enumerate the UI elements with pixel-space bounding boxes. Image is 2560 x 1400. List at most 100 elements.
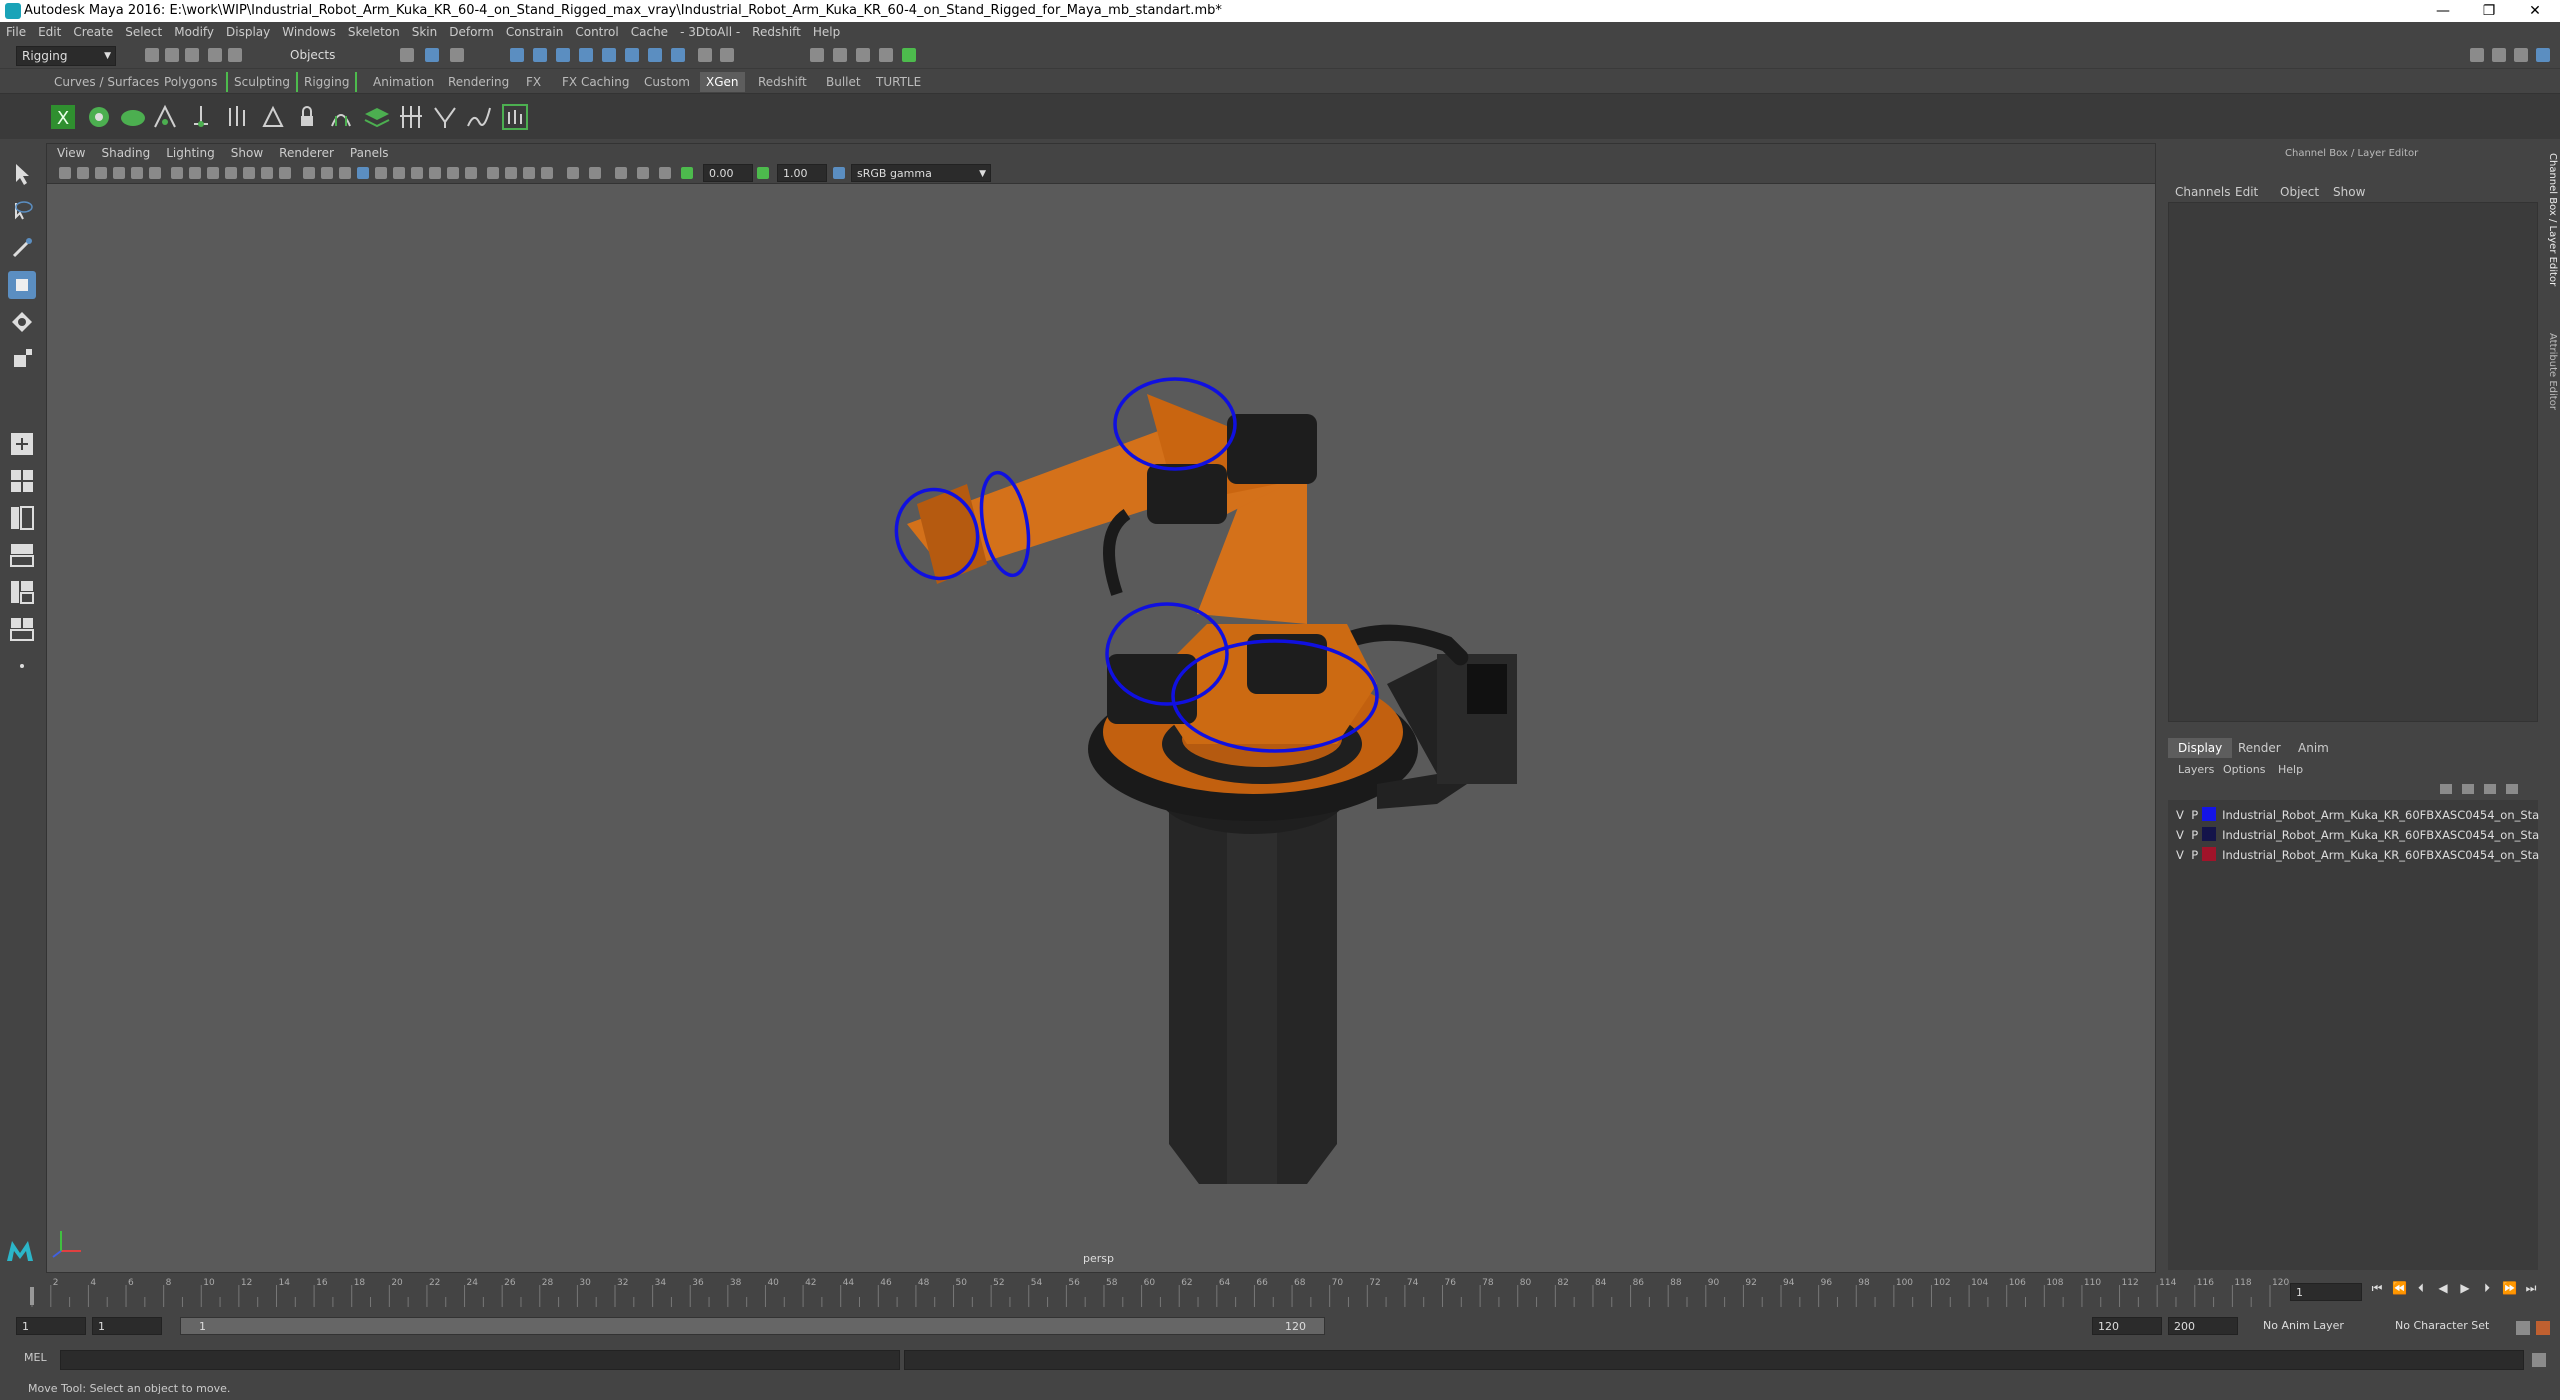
tab-bullet[interactable]: Bullet — [820, 72, 867, 92]
playback-toggle[interactable]: P — [2191, 828, 2198, 842]
redo-icon[interactable] — [228, 48, 242, 62]
textured-icon[interactable] — [357, 167, 369, 179]
vp-menu-lighting[interactable]: Lighting — [166, 146, 215, 160]
auto-key-icon[interactable] — [2516, 1321, 2530, 1335]
motion-blur-icon[interactable] — [429, 167, 441, 179]
go-to-start-icon[interactable]: ⏮ — [2370, 1281, 2384, 1295]
tab-display[interactable]: Display — [2168, 738, 2233, 758]
cut-icon[interactable] — [430, 102, 460, 132]
move-layer-down-icon[interactable] — [2462, 784, 2474, 794]
open-scene-icon[interactable] — [165, 48, 179, 62]
tab-sculpting[interactable]: Sculpting — [226, 72, 299, 92]
undo-icon[interactable] — [208, 48, 222, 62]
render-settings-icon[interactable] — [856, 48, 870, 62]
paint-select-icon[interactable] — [8, 234, 36, 262]
object-menu[interactable]: Object — [2280, 185, 2319, 199]
persp-outliner-icon[interactable] — [8, 504, 36, 532]
xgen-groom-icon[interactable] — [118, 102, 148, 132]
vp-menu-panels[interactable]: Panels — [350, 146, 389, 160]
play-backwards-icon[interactable]: ◀ — [2436, 1281, 2450, 1295]
resolution-gate-icon[interactable] — [207, 167, 219, 179]
shadows-icon[interactable] — [393, 167, 405, 179]
tab-polygons[interactable]: Polygons — [158, 72, 223, 92]
exposure-field[interactable]: 0.00 — [703, 164, 753, 182]
high-quality-icon[interactable] — [637, 167, 649, 179]
hypershade-icon[interactable] — [879, 48, 893, 62]
menu-display[interactable]: Display — [220, 25, 276, 39]
selection-mode-dropdown[interactable]: Objects — [285, 46, 385, 66]
select-by-hierarchy-icon[interactable] — [400, 48, 414, 62]
playback-toggle[interactable]: P — [2191, 808, 2198, 822]
menu-skeleton[interactable]: Skeleton — [342, 25, 406, 39]
tab-render[interactable]: Render — [2238, 738, 2281, 758]
snap-point-icon[interactable] — [556, 48, 570, 62]
two-d-pan-icon[interactable] — [131, 167, 143, 179]
channel-box-area[interactable] — [2168, 202, 2538, 722]
start-time-field[interactable]: 1 — [16, 1317, 86, 1335]
new-layer-icon[interactable] — [2484, 784, 2496, 794]
snap-live-icon[interactable] — [625, 48, 639, 62]
close-button[interactable]: ✕ — [2512, 0, 2558, 22]
ambient-occlusion-icon[interactable] — [411, 167, 423, 179]
single-perspective-view-icon[interactable] — [8, 430, 36, 458]
layer-row[interactable]: V P Industrial_Robot_Arm_Kuka_KR_60FBXASC… — [2176, 805, 2553, 825]
xgen-icon[interactable]: X — [48, 102, 78, 132]
tab-rendering[interactable]: Rendering — [442, 72, 515, 92]
step-back-key-icon[interactable]: ⏪ — [2392, 1281, 2407, 1295]
move-tool-icon[interactable] — [8, 271, 36, 299]
tab-attribute-editor[interactable]: Attribute Editor — [2542, 333, 2558, 453]
step-forward-frame-icon[interactable]: ⏵ — [2480, 1281, 2494, 1295]
wireframe-on-shaded-icon[interactable] — [339, 167, 351, 179]
ipr-render-icon[interactable] — [833, 48, 847, 62]
x-ray-icon[interactable] — [505, 167, 517, 179]
camera-select-icon[interactable] — [59, 167, 71, 179]
save-scene-icon[interactable] — [185, 48, 199, 62]
grid-icon[interactable] — [171, 167, 183, 179]
snap-grid-icon[interactable] — [510, 48, 524, 62]
smooth-shade-icon[interactable] — [321, 167, 333, 179]
show-menu[interactable]: Show — [2333, 185, 2365, 199]
history-icon[interactable] — [720, 48, 734, 62]
gate-mask-icon[interactable] — [225, 167, 237, 179]
menu-edit[interactable]: Edit — [32, 25, 67, 39]
snap-vertex-icon[interactable] — [648, 48, 662, 62]
visibility-toggle[interactable]: V — [2176, 808, 2184, 822]
tab-xgen[interactable]: XGen — [700, 72, 745, 92]
character-set-dropdown[interactable]: No Character Set — [2390, 1317, 2510, 1335]
layers-menu[interactable]: Layers — [2178, 763, 2214, 776]
playback-start-field[interactable]: 1 — [92, 1317, 162, 1335]
viewport-panel[interactable]: View Shading Lighting Show Renderer Panels — [46, 143, 2156, 1273]
rotate-tool-icon[interactable] — [8, 308, 36, 336]
bookmark-icon[interactable] — [95, 167, 107, 179]
color-management-icon[interactable] — [615, 167, 627, 179]
snap-curve-icon[interactable] — [533, 48, 547, 62]
lock-icon[interactable] — [698, 48, 712, 62]
x-ray-joints-icon[interactable] — [523, 167, 535, 179]
step-forward-key-icon[interactable]: ⏩ — [2502, 1281, 2517, 1295]
end-time-field[interactable]: 200 — [2168, 1317, 2238, 1335]
menu-deform[interactable]: Deform — [443, 25, 500, 39]
channels-menu[interactable]: Channels — [2175, 185, 2231, 199]
tab-rigging[interactable]: Rigging — [296, 72, 358, 92]
vp-menu-show[interactable]: Show — [231, 146, 263, 160]
range-slider[interactable]: 1 120 — [180, 1317, 1325, 1335]
toggle-attr-icon[interactable] — [2514, 48, 2528, 62]
tab-animation[interactable]: Animation — [367, 72, 440, 92]
layer-row[interactable]: V P Industrial_Robot_Arm_Kuka_KR_60FBXASC… — [2176, 845, 2553, 865]
guide-bend-icon[interactable] — [326, 102, 356, 132]
go-to-end-icon[interactable]: ⏭ — [2524, 1281, 2538, 1295]
new-layer-selected-icon[interactable] — [2506, 784, 2518, 794]
new-scene-icon[interactable] — [145, 48, 159, 62]
menu-constrain[interactable]: Constrain — [500, 25, 570, 39]
current-frame-field[interactable]: 1 — [2290, 1283, 2362, 1301]
four-view-icon[interactable] — [8, 467, 36, 495]
tab-redshift[interactable]: Redshift — [752, 72, 813, 92]
menu-control[interactable]: Control — [569, 25, 624, 39]
camera-attr-icon[interactable] — [77, 167, 89, 179]
x-ray-components-icon[interactable] — [541, 167, 553, 179]
guide-length-icon[interactable] — [258, 102, 288, 132]
scale-tool-icon[interactable] — [8, 345, 36, 373]
render-view-icon[interactable] — [902, 48, 916, 62]
sculpt-guide-icon[interactable] — [222, 102, 252, 132]
safe-action-icon[interactable] — [261, 167, 273, 179]
